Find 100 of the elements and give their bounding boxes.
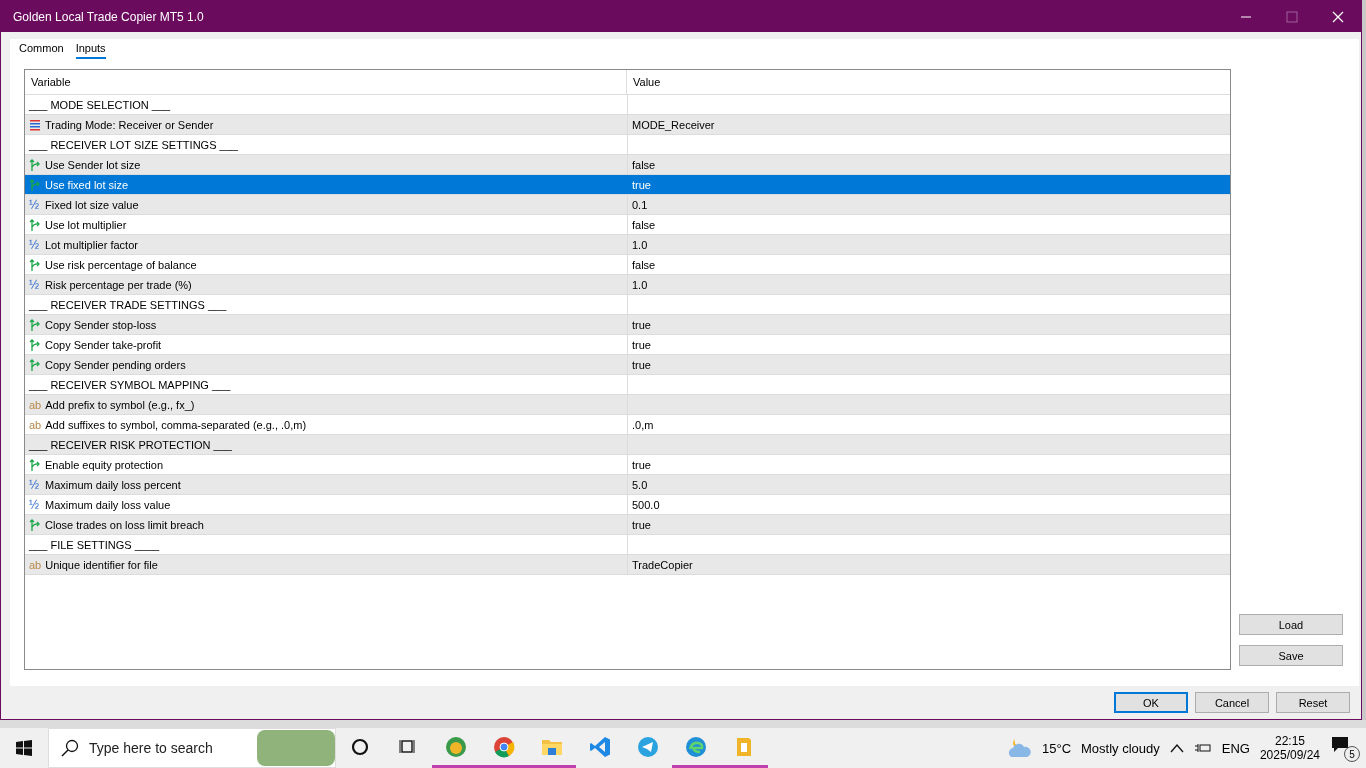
dialog-button[interactable]: Cancel <box>1195 692 1269 713</box>
text-type-icon: ab <box>29 398 42 411</box>
speech-bubble-icon <box>1330 734 1350 754</box>
parameter-row[interactable]: ½ Lot multiplier factor 1.0 <box>25 235 1230 255</box>
dialog-button[interactable]: OK <box>1114 692 1188 713</box>
fraction-icon: ½ <box>29 198 41 211</box>
variable-name: ___ RECEIVER LOT SIZE SETTINGS ___ <box>29 138 238 151</box>
variable-name: Use lot multiplier <box>45 218 127 231</box>
windows-logo-icon <box>16 740 32 756</box>
branch-arrow-icon <box>29 258 41 271</box>
variable-name: Use fixed lot size <box>45 178 129 191</box>
branch-arrow-icon <box>29 218 41 231</box>
clock[interactable]: 22:15 2025/09/24 <box>1259 734 1320 762</box>
browser-icon <box>492 734 516 759</box>
fraction-icon: ½ <box>29 478 41 491</box>
variable-name: ___ RECEIVER TRADE SETTINGS ___ <box>29 298 227 311</box>
variable-name: Risk percentage per trade (%) <box>45 278 192 291</box>
value-text: true <box>632 178 651 191</box>
branch-arrow-icon <box>29 518 41 531</box>
value-text: .0,m <box>632 418 654 431</box>
weather-text: Mostly cloudy <box>1081 740 1160 756</box>
variable-name: ___ RECEIVER RISK PROTECTION ___ <box>29 438 232 451</box>
parameter-row[interactable]: ½ Risk percentage per trade (%) 1.0 <box>25 275 1230 295</box>
side-button[interactable]: Save <box>1239 645 1343 666</box>
value-text: TradeCopier <box>632 558 693 571</box>
branch-arrow-icon <box>29 158 41 171</box>
language-indicator[interactable]: ENG <box>1221 740 1250 756</box>
parameter-row[interactable]: ab Unique identifier for file TradeCopier <box>25 555 1230 575</box>
parameter-row[interactable]: Use Sender lot size false <box>25 155 1230 175</box>
parameter-row[interactable]: Copy Sender pending orders true <box>25 355 1230 375</box>
variable-name: Use risk percentage of balance <box>45 258 197 271</box>
value-text: false <box>632 258 656 271</box>
branch-arrow-icon <box>29 338 41 351</box>
code-editor-icon <box>588 734 612 759</box>
window-title: Golden Local Trade Copier MT5 1.0 <box>12 9 205 24</box>
variable-name: Add suffixes to symbol, comma-separated (e.g., .0,m) <box>45 418 307 431</box>
value-text: MODE_Receiver <box>632 118 715 131</box>
value-text: false <box>632 218 656 231</box>
parameter-row[interactable]: ___ RECEIVER RISK PROTECTION ___ <box>25 435 1230 455</box>
parameter-row[interactable]: ab Add prefix to symbol (e.g., fx_) <box>25 395 1230 415</box>
branch-arrow-icon <box>29 458 41 471</box>
power-plug-icon[interactable] <box>1193 742 1212 754</box>
parameter-row[interactable]: Use fixed lot size true <box>25 175 1230 195</box>
dialog-button[interactable]: Reset <box>1276 692 1350 713</box>
variable-name: Enable equity protection <box>45 458 164 471</box>
fraction-icon: ½ <box>29 278 41 291</box>
browser-icon <box>684 734 708 759</box>
variable-name: Copy Sender take-profit <box>45 338 162 351</box>
fraction-icon: ½ <box>29 498 41 511</box>
branch-arrow-icon <box>29 358 41 371</box>
variable-name: Unique identifier for file <box>45 558 158 571</box>
list-icon <box>29 118 41 131</box>
tab[interactable]: Common <box>19 41 64 59</box>
variable-name: Maximum daily loss value <box>45 498 171 511</box>
variable-name: ___ MODE SELECTION ___ <box>29 98 171 111</box>
parameter-row[interactable]: Trading Mode: Receiver or Sender MODE_Receiver <box>25 115 1230 135</box>
value-text: 1.0 <box>632 238 648 251</box>
value-text: 5.0 <box>632 478 648 491</box>
value-text: 1.0 <box>632 278 648 291</box>
column-header[interactable]: Variable <box>25 70 627 94</box>
notification-count: 5 <box>1344 746 1360 762</box>
fraction-icon: ½ <box>29 238 41 251</box>
column-header[interactable]: Value <box>627 70 1230 94</box>
maximize-icon <box>1286 10 1298 23</box>
variable-name: Fixed lot size value <box>45 198 139 211</box>
variable-name: Maximum daily loss percent <box>45 478 181 491</box>
parameter-row[interactable]: ½ Fixed lot size value 0.1 <box>25 195 1230 215</box>
coin-app-icon <box>444 734 468 759</box>
variable-name: Add prefix to symbol (e.g., fx_) <box>45 398 195 411</box>
temperature-text: 15°C <box>1041 740 1071 756</box>
value-text: true <box>632 518 651 531</box>
tab[interactable]: Inputs <box>75 41 106 59</box>
chevron-up-icon[interactable] <box>1169 743 1184 753</box>
search-icon <box>61 739 79 757</box>
text-type-icon: ab <box>29 558 42 571</box>
value-text: 0.1 <box>632 198 648 211</box>
side-button[interactable]: Load <box>1239 614 1343 635</box>
branch-arrow-icon <box>29 178 41 191</box>
variable-name: Copy Sender stop-loss <box>45 318 157 331</box>
variable-name: Lot multiplier factor <box>45 238 138 251</box>
value-text: 500.0 <box>632 498 660 511</box>
value-text: true <box>632 338 651 351</box>
value-text: false <box>632 158 656 171</box>
value-text: true <box>632 318 651 331</box>
variable-name: Trading Mode: Receiver or Sender <box>45 118 214 131</box>
value-text: true <box>632 358 651 371</box>
parameter-row[interactable]: Copy Sender stop-loss true <box>25 315 1230 335</box>
text-type-icon: ab <box>29 418 42 431</box>
variable-name: Copy Sender pending orders <box>45 358 186 371</box>
notification-button[interactable]: 5 <box>1330 734 1358 762</box>
value-text: true <box>632 458 651 471</box>
search-bar[interactable]: Type here to search <box>48 728 336 768</box>
search-input[interactable]: Type here to search <box>87 739 241 757</box>
variable-name: Use Sender lot size <box>45 158 141 171</box>
parameter-row[interactable]: ½ Maximum daily loss percent 5.0 <box>25 475 1230 495</box>
paper-plane-icon <box>636 734 660 759</box>
branch-arrow-icon <box>29 318 41 331</box>
variable-name: ___ FILE SETTINGS ____ <box>29 538 160 551</box>
variable-name: Close trades on loss limit breach <box>45 518 204 531</box>
parameter-row[interactable]: Close trades on loss limit breach true <box>25 515 1230 535</box>
